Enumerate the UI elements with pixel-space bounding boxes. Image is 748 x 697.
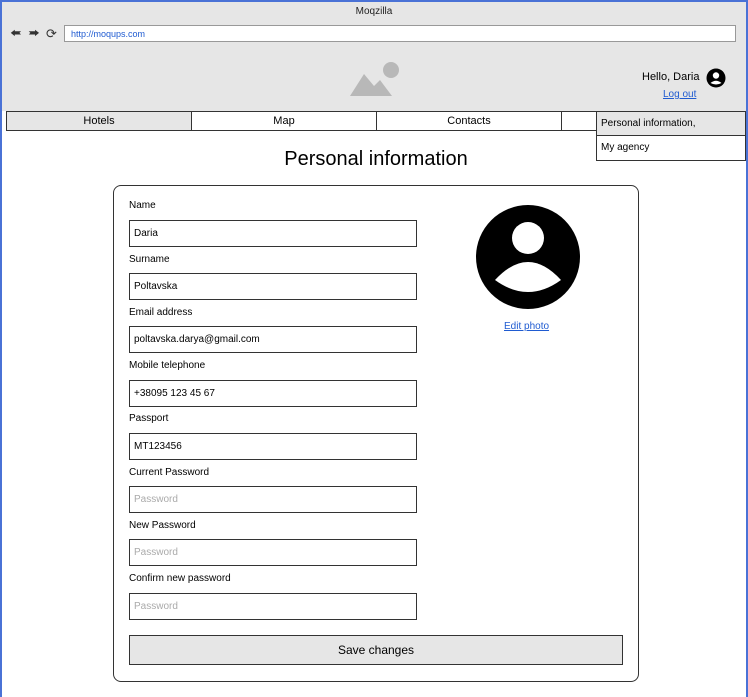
menu-item-map[interactable]: Map	[191, 111, 377, 131]
current-password-label: Current Password	[129, 467, 210, 478]
name-field[interactable]: Daria	[129, 220, 417, 247]
confirm-password-label: Confirm new password	[129, 573, 231, 584]
back-icon[interactable]: 🢘	[10, 26, 22, 42]
forward-icon[interactable]: 🢚	[28, 26, 40, 42]
window-title: Moqzilla	[2, 2, 746, 24]
logout-link[interactable]: Log out	[663, 89, 696, 100]
email-field[interactable]: poltavska.darya@gmail.com	[129, 326, 417, 353]
user-greeting: Hello, Daria	[642, 71, 700, 83]
user-account-icon[interactable]	[706, 68, 726, 88]
avatar-icon	[476, 205, 580, 309]
mobile-label: Mobile telephone	[129, 360, 206, 371]
menu-item-contacts[interactable]: Contacts	[376, 111, 562, 131]
passport-field[interactable]: MT123456	[129, 433, 417, 460]
edit-photo-link[interactable]: Edit photo	[504, 321, 549, 332]
url-input[interactable]: http://moqups.com	[64, 25, 736, 42]
new-password-field[interactable]: Password	[129, 539, 417, 566]
email-label: Email address	[129, 307, 193, 318]
page-title: Personal information	[284, 148, 468, 170]
confirm-password-field[interactable]: Password	[129, 593, 417, 620]
current-password-field[interactable]: Password	[129, 486, 417, 513]
dropdown-item-personal-information[interactable]: Personal information,	[597, 112, 745, 136]
logo-image-icon	[350, 62, 399, 96]
menu-item-profile[interactable]	[561, 111, 601, 131]
menu-item-hotels[interactable]: Hotels	[6, 111, 192, 131]
mobile-field[interactable]: +38095 123 45 67	[129, 380, 417, 407]
new-password-label: New Password	[129, 520, 196, 531]
surname-label: Surname	[129, 254, 170, 265]
save-changes-button[interactable]: Save changes	[129, 635, 623, 665]
browser-window: Moqzilla 🢘 🢚 ⟳ http://moqups.com Hello, …	[0, 0, 748, 697]
reload-icon[interactable]: ⟳	[46, 26, 57, 42]
name-label: Name	[129, 200, 156, 211]
passport-label: Passport	[129, 413, 169, 424]
surname-field[interactable]: Poltavska	[129, 273, 417, 300]
